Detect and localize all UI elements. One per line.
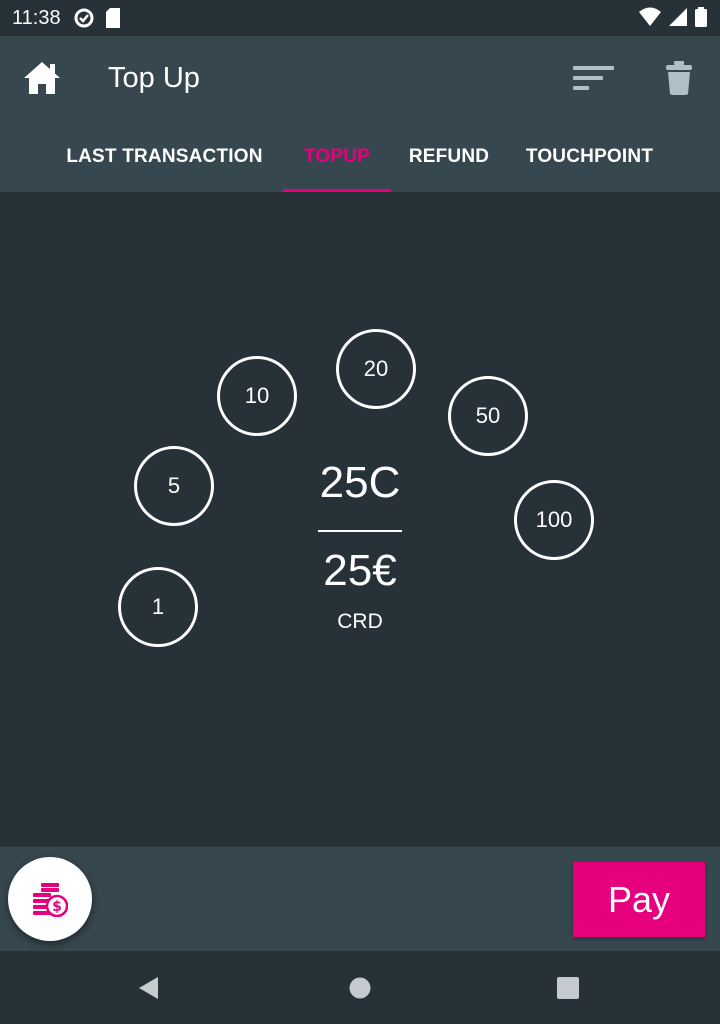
- app-bar: Top Up LAST TRANSACTION TOPUP REFUND TOU…: [0, 36, 720, 192]
- tab-topup[interactable]: TOPUP: [283, 136, 391, 192]
- coins-fab-button[interactable]: $: [8, 857, 92, 941]
- currency-unit: CRD: [337, 610, 383, 633]
- amount-button-5[interactable]: 5: [134, 446, 214, 526]
- topup-panel: 1 5 10 20 50 100 25C 25€ CRD: [0, 192, 720, 847]
- status-time: 11:38: [12, 6, 61, 29]
- tab-bar: LAST TRANSACTION TOPUP REFUND TOUCHPOINT: [0, 136, 720, 192]
- pay-button[interactable]: Pay: [573, 862, 705, 937]
- page-title: Top Up: [108, 62, 200, 94]
- summary-divider: [318, 530, 402, 532]
- system-nav-bar: [0, 951, 720, 1024]
- amount-button-100[interactable]: 100: [514, 480, 594, 560]
- euro-amount: 25€: [323, 546, 397, 595]
- trash-icon: [666, 61, 692, 95]
- sd-card-icon: [105, 8, 120, 28]
- home-circle-icon: [349, 977, 371, 999]
- amount-button-50[interactable]: 50: [448, 376, 528, 456]
- bottom-bar: $ Pay: [0, 847, 720, 951]
- sort-icon: [573, 66, 614, 90]
- recents-icon: [557, 977, 579, 999]
- amount-button-20[interactable]: 20: [336, 329, 416, 409]
- nav-recents-button[interactable]: [556, 975, 582, 1001]
- battery-icon: [695, 7, 707, 27]
- tab-touchpoint[interactable]: TOUCHPOINT: [513, 136, 666, 192]
- wifi-icon: [639, 7, 661, 26]
- data-saver-icon: [74, 8, 94, 28]
- home-icon: [24, 62, 60, 94]
- svg-text:$: $: [52, 899, 62, 915]
- nav-home-button[interactable]: [348, 975, 374, 1001]
- delete-button[interactable]: [664, 60, 694, 96]
- status-bar: 11:38: [0, 0, 720, 36]
- signal-icon: [669, 8, 687, 26]
- sort-button[interactable]: [572, 64, 616, 94]
- nav-back-button[interactable]: [136, 975, 162, 1001]
- amount-button-1[interactable]: 1: [118, 567, 198, 647]
- tab-refund[interactable]: REFUND: [397, 136, 501, 192]
- credit-amount: 25C: [319, 458, 401, 507]
- coins-icon: $: [33, 883, 68, 917]
- home-button[interactable]: [22, 60, 62, 96]
- amount-button-10[interactable]: 10: [217, 356, 297, 436]
- tab-last-transaction[interactable]: LAST TRANSACTION: [52, 136, 277, 192]
- back-icon: [139, 977, 158, 999]
